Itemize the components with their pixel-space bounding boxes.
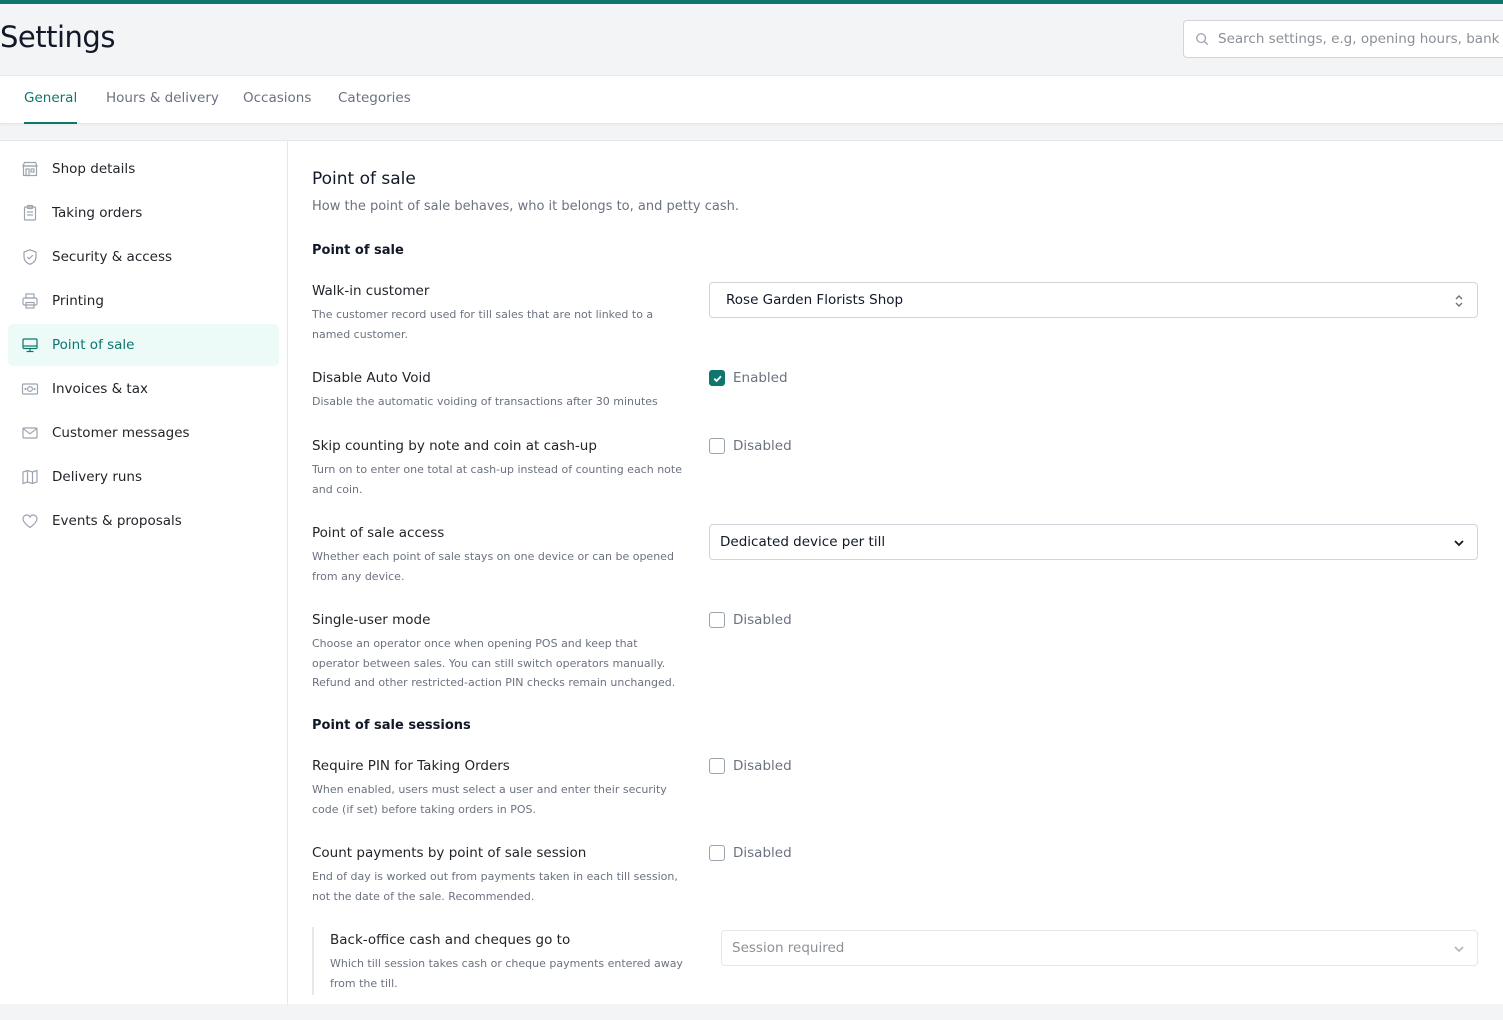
sidebar-item-events-proposals[interactable]: Events & proposals <box>8 500 279 542</box>
group-title-point-of-sale: Point of sale <box>312 243 404 258</box>
single-user-help: Choose an operator once when opening POS… <box>312 637 676 689</box>
map-icon <box>22 469 38 485</box>
tab-general[interactable]: General <box>24 76 78 124</box>
sidebar-item-taking-orders[interactable]: Taking orders <box>8 192 279 234</box>
walk-in-customer-value: Rose Garden Florists Shop <box>726 292 904 308</box>
sidebar-item-label: Delivery runs <box>52 469 143 485</box>
sidebar-item-label: Customer messages <box>52 425 190 441</box>
sidebar-item-label: Shop details <box>52 161 136 177</box>
skip-counting-label: Skip counting by note and coin at cash-u… <box>312 438 597 454</box>
sidebar-item-invoices-tax[interactable]: Invoices & tax <box>8 368 279 410</box>
banknote-icon <box>21 383 39 395</box>
settings-sidebar: Shop details Taking orders Security & ac… <box>0 141 288 1005</box>
checkbox-unchecked[interactable] <box>709 845 725 861</box>
walk-in-customer-help: The customer record used for till sales … <box>312 308 654 341</box>
require-pin-label: Require PIN for Taking Orders <box>312 758 510 774</box>
shop-icon <box>22 161 38 177</box>
clipboard-icon <box>23 204 37 221</box>
page-title: Settings <box>0 20 115 54</box>
count-payments-checkbox[interactable]: Disabled <box>709 845 792 861</box>
skip-counting-state: Disabled <box>733 438 792 454</box>
group-title-sessions: Point of sale sessions <box>312 718 471 733</box>
skip-counting-checkbox[interactable]: Disabled <box>709 438 792 454</box>
tab-occasions[interactable]: Occasions <box>243 76 311 124</box>
settings-panel: Shop details Taking orders Security & ac… <box>0 140 1503 1005</box>
sidebar-item-label: Invoices & tax <box>52 381 148 397</box>
search-box[interactable] <box>1183 20 1503 58</box>
chevron-down-icon <box>1454 946 1464 953</box>
section-subtitle: How the point of sale behaves, who it be… <box>312 199 740 214</box>
require-pin-checkbox[interactable]: Disabled <box>709 758 792 774</box>
sidebar-item-label: Point of sale <box>52 337 135 353</box>
tab-hours-delivery[interactable]: Hours & delivery <box>106 76 219 124</box>
sidebar-item-label: Events & proposals <box>52 513 182 529</box>
sidebar-item-label: Security & access <box>52 249 173 265</box>
checkbox-unchecked[interactable] <box>709 438 725 454</box>
count-payments-help: End of day is worked out from payments t… <box>312 870 678 903</box>
back-office-value: Session required <box>732 940 845 956</box>
auto-void-state: Enabled <box>733 370 788 386</box>
heart-icon <box>22 514 38 529</box>
settings-content: Point of sale How the point of sale beha… <box>312 141 1492 1005</box>
back-office-select[interactable]: Session required <box>721 930 1478 966</box>
mail-icon <box>22 427 38 439</box>
count-payments-state: Disabled <box>733 845 792 861</box>
skip-counting-help: Turn on to enter one total at cash-up in… <box>312 463 682 496</box>
pos-access-label: Point of sale access <box>312 525 445 541</box>
single-user-label: Single-user mode <box>312 612 431 628</box>
nested-indent-rule <box>312 927 314 995</box>
printer-icon <box>22 293 38 309</box>
back-office-label: Back-office cash and cheques go to <box>330 932 571 948</box>
checkmark-icon <box>713 375 722 382</box>
sidebar-item-shop-details[interactable]: Shop details <box>8 148 279 190</box>
sidebar-item-point-of-sale[interactable]: Point of sale <box>8 324 279 366</box>
single-user-state: Disabled <box>733 612 792 628</box>
top-accent-bar <box>0 0 1503 4</box>
sidebar-item-label: Taking orders <box>52 205 143 221</box>
pos-access-help: Whether each point of sale stays on one … <box>312 550 674 583</box>
sidebar-item-printing[interactable]: Printing <box>8 280 279 322</box>
search-input[interactable] <box>1218 31 1503 47</box>
sidebar-item-delivery-runs[interactable]: Delivery runs <box>8 456 279 498</box>
count-payments-label: Count payments by point of sale session <box>312 845 587 861</box>
pos-access-value: Dedicated device per till <box>720 534 886 550</box>
require-pin-state: Disabled <box>733 758 792 774</box>
updown-chevron-icon <box>1455 295 1463 307</box>
sidebar-item-label: Printing <box>52 293 104 309</box>
checkbox-checked[interactable] <box>709 370 725 386</box>
require-pin-help: When enabled, users must select a user a… <box>312 783 667 816</box>
auto-void-help: Disable the automatic voiding of transac… <box>312 395 658 408</box>
walk-in-customer-label: Walk-in customer <box>312 283 430 299</box>
checkbox-unchecked[interactable] <box>709 612 725 628</box>
single-user-checkbox[interactable]: Disabled <box>709 612 792 628</box>
walk-in-customer-select[interactable]: Rose Garden Florists Shop <box>709 282 1478 318</box>
pos-access-select[interactable]: Dedicated device per till <box>709 524 1478 560</box>
chevron-down-icon <box>1454 540 1464 547</box>
search-icon <box>1196 33 1209 46</box>
checkbox-unchecked[interactable] <box>709 758 725 774</box>
auto-void-checkbox[interactable]: Enabled <box>709 370 788 386</box>
shield-icon <box>23 249 37 265</box>
auto-void-label: Disable Auto Void <box>312 370 431 386</box>
monitor-icon <box>22 338 38 353</box>
back-office-help: Which till session takes cash or cheque … <box>330 957 683 990</box>
sidebar-item-customer-messages[interactable]: Customer messages <box>8 412 279 454</box>
section-title: Point of sale <box>312 169 416 189</box>
sidebar-item-security-access[interactable]: Security & access <box>8 236 279 278</box>
tab-bar: General Hours & delivery Occasions Categ… <box>0 75 1503 124</box>
tab-categories[interactable]: Categories <box>338 76 411 124</box>
